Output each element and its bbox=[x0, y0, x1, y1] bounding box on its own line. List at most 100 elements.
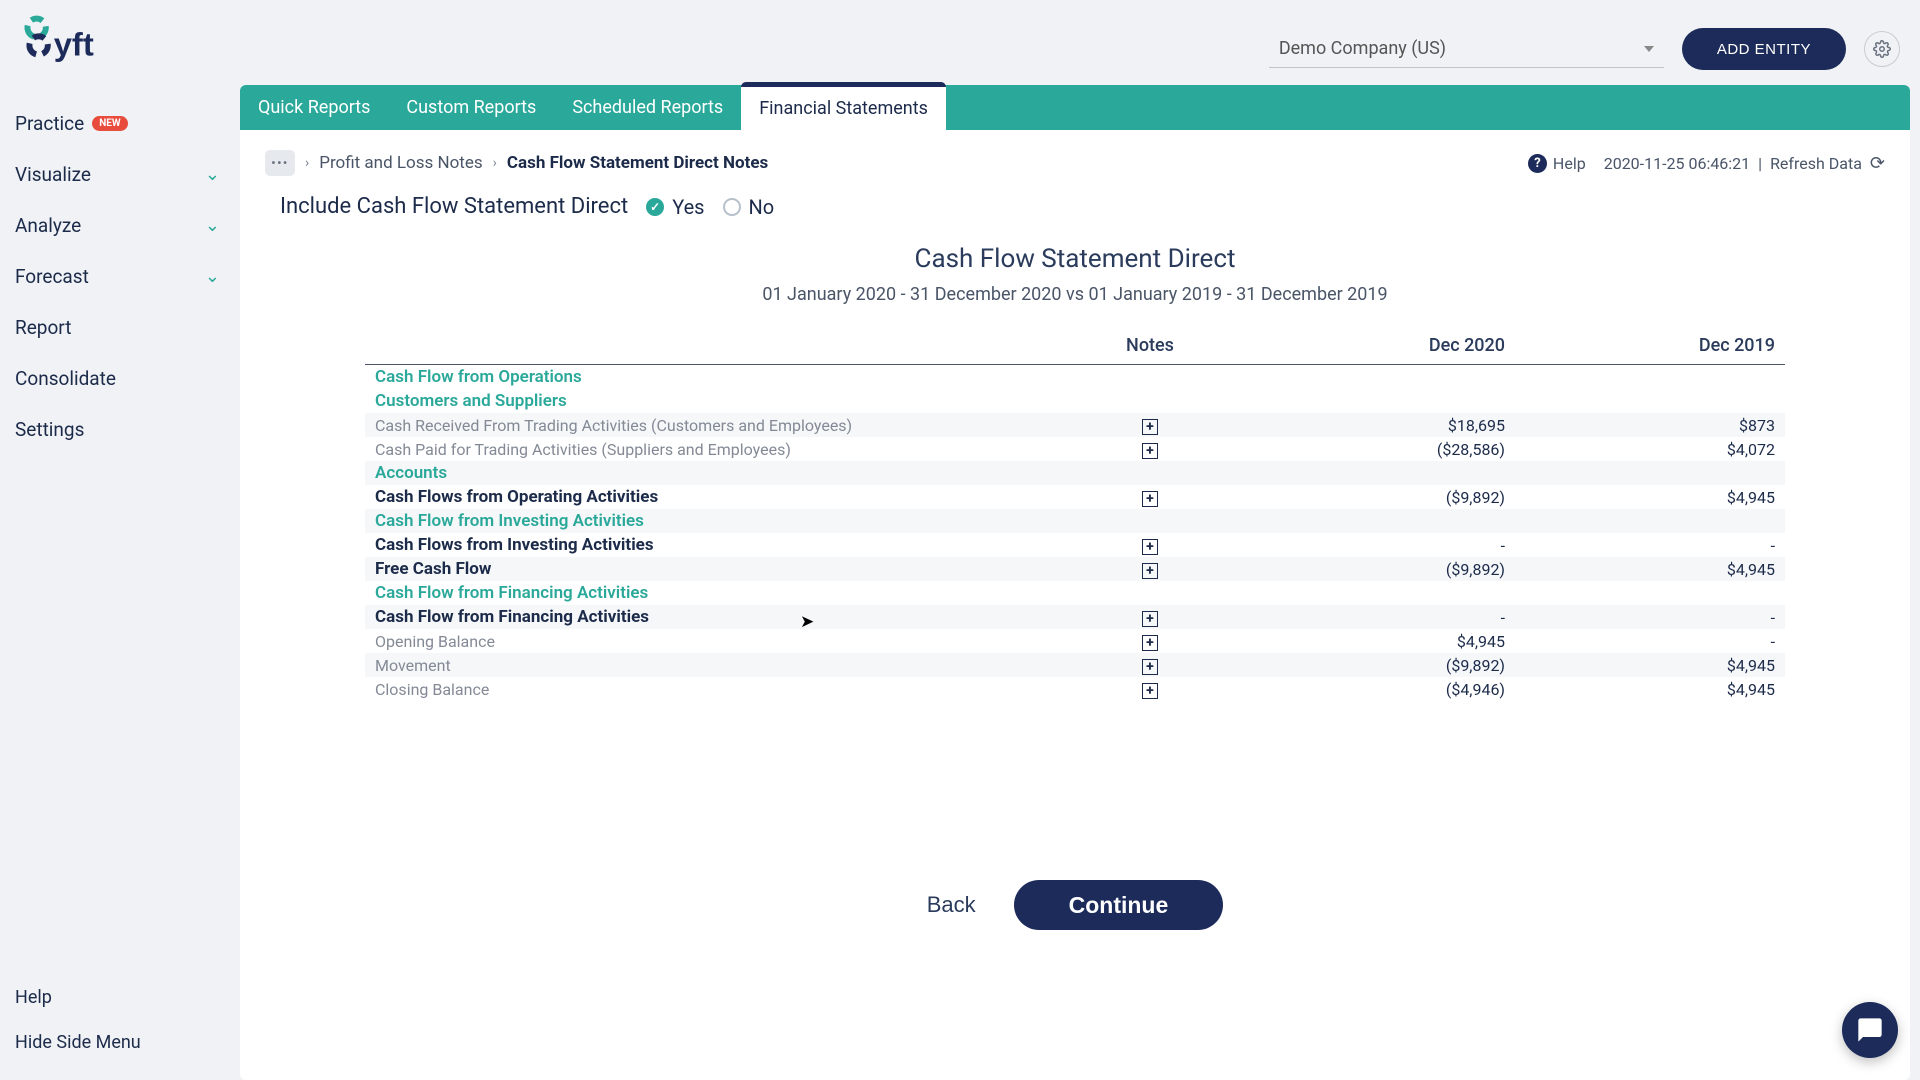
sidebar-item-report[interactable]: Report bbox=[0, 302, 240, 353]
tab-financial-statements[interactable]: Financial Statements bbox=[741, 82, 946, 130]
table-row: Customers and Suppliers bbox=[365, 389, 1785, 413]
row-value-1: $4,945 bbox=[1245, 632, 1515, 651]
row-label: Free Cash Flow bbox=[365, 559, 1055, 579]
include-toggle-row: Include Cash Flow Statement Direct Yes N… bbox=[265, 194, 1885, 219]
header-bar: yft Demo Company (US) ADD ENTITY bbox=[0, 0, 1920, 85]
add-note-button[interactable]: + bbox=[1142, 443, 1158, 459]
sidebar-item-visualize[interactable]: Visualize ⌄ bbox=[0, 149, 240, 200]
help-icon: ? bbox=[1528, 154, 1547, 173]
table-row: Cash Flow from Operations bbox=[365, 365, 1785, 389]
sidebar-help[interactable]: Help bbox=[0, 975, 240, 1020]
help-button[interactable]: ? Help bbox=[1528, 154, 1586, 173]
col-notes: Notes bbox=[1055, 335, 1245, 356]
chevron-down-icon: ⌄ bbox=[205, 266, 220, 287]
sidebar-item-analyze[interactable]: Analyze ⌄ bbox=[0, 200, 240, 251]
sidebar-item-label: Analyze bbox=[15, 214, 81, 237]
breadcrumb-current: Cash Flow Statement Direct Notes bbox=[507, 153, 768, 173]
sidebar-item-consolidate[interactable]: Consolidate bbox=[0, 353, 240, 404]
table-row: Cash Flow from Investing Activities bbox=[365, 509, 1785, 533]
row-label: Cash Flow from Operations bbox=[365, 367, 1055, 387]
sidebar-item-label: Consolidate bbox=[15, 367, 116, 390]
row-value-2: $4,945 bbox=[1515, 656, 1785, 675]
chevron-right-icon: › bbox=[305, 155, 309, 171]
sidebar-item-forecast[interactable]: Forecast⌄ bbox=[0, 251, 240, 302]
row-label: Cash Paid for Trading Activities (Suppli… bbox=[365, 440, 1055, 459]
back-button[interactable]: Back bbox=[927, 892, 976, 918]
row-label: Cash Flow from Investing Activities bbox=[365, 511, 1055, 531]
row-value-1: ($9,892) bbox=[1245, 488, 1515, 507]
table-row: Cash Received From Trading Activities (C… bbox=[365, 413, 1785, 437]
cashflow-table: Notes Dec 2020 Dec 2019 Cash Flow from O… bbox=[365, 327, 1785, 701]
add-note-button[interactable]: + bbox=[1142, 491, 1158, 507]
include-no-radio[interactable]: No bbox=[723, 195, 775, 219]
report-date-range: 01 January 2020 - 31 December 2020 vs 01… bbox=[265, 284, 1885, 305]
company-select[interactable]: Demo Company (US) bbox=[1269, 30, 1664, 68]
add-note-button[interactable]: + bbox=[1142, 659, 1158, 675]
tab-custom-reports[interactable]: Custom Reports bbox=[388, 85, 554, 130]
include-label: Include Cash Flow Statement Direct bbox=[280, 194, 628, 219]
chevron-down-icon bbox=[1644, 46, 1654, 52]
timestamp-text: 2020-11-25 06:46:21 bbox=[1604, 154, 1750, 173]
col-period-2: Dec 2019 bbox=[1515, 335, 1785, 356]
add-note-button[interactable]: + bbox=[1142, 683, 1158, 699]
refresh-icon: ⟳ bbox=[1870, 153, 1885, 174]
radio-unchecked-icon bbox=[723, 198, 741, 216]
sidebar-item-label: Report bbox=[15, 316, 71, 339]
chat-widget-button[interactable] bbox=[1842, 1002, 1898, 1058]
chevron-right-icon: › bbox=[493, 155, 497, 171]
sidebar-item-label: Visualize bbox=[15, 163, 91, 186]
table-row: Movement+($9,892)$4,945 bbox=[365, 653, 1785, 677]
settings-gear-button[interactable] bbox=[1864, 31, 1900, 67]
add-entity-button[interactable]: ADD ENTITY bbox=[1682, 28, 1846, 70]
syft-logo: yft bbox=[13, 13, 118, 78]
chevron-down-icon: ⌄ bbox=[205, 215, 220, 236]
row-value-2: - bbox=[1515, 632, 1785, 651]
row-label: Opening Balance bbox=[365, 632, 1055, 651]
add-note-button[interactable]: + bbox=[1142, 635, 1158, 651]
table-row: Opening Balance + $4,945- bbox=[365, 629, 1785, 653]
breadcrumb-more-button[interactable]: ••• bbox=[265, 150, 295, 176]
row-label: Accounts bbox=[365, 463, 1055, 483]
add-note-button[interactable]: + bbox=[1142, 611, 1158, 627]
row-value-1: ($28,586) bbox=[1245, 440, 1515, 459]
sidebar-item-settings[interactable]: Settings bbox=[0, 404, 240, 455]
refresh-group[interactable]: 2020-11-25 06:46:21 | Refresh Data ⟳ bbox=[1604, 153, 1885, 174]
include-yes-radio[interactable]: Yes bbox=[646, 195, 704, 219]
row-label: Cash Flows from Investing Activities bbox=[365, 535, 1055, 555]
row-label: Cash Flow from Financing Activities bbox=[365, 607, 1055, 627]
refresh-label: Refresh Data bbox=[1770, 154, 1862, 173]
table-row: Cash Flow from Financing Activities+-- bbox=[365, 605, 1785, 629]
sidebar-item-label: Settings bbox=[15, 418, 84, 441]
new-badge: NEW bbox=[92, 116, 127, 131]
report-tabs: Quick ReportsCustom ReportsScheduled Rep… bbox=[240, 85, 1910, 130]
report-title: Cash Flow Statement Direct bbox=[265, 244, 1885, 274]
table-row: Cash Paid for Trading Activities (Suppli… bbox=[365, 437, 1785, 461]
row-value-2: - bbox=[1515, 536, 1785, 555]
tab-quick-reports[interactable]: Quick Reports bbox=[240, 85, 388, 130]
add-note-button[interactable]: + bbox=[1142, 563, 1158, 579]
col-period-1: Dec 2020 bbox=[1245, 335, 1515, 356]
continue-button[interactable]: Continue bbox=[1014, 880, 1224, 930]
sidebar-item-practice[interactable]: Practice NEW bbox=[0, 98, 240, 149]
row-value-1: - bbox=[1245, 536, 1515, 555]
add-note-button[interactable]: + bbox=[1142, 419, 1158, 435]
add-note-button[interactable]: + bbox=[1142, 539, 1158, 555]
table-row: Accounts bbox=[365, 461, 1785, 485]
breadcrumb-prev[interactable]: Profit and Loss Notes bbox=[319, 153, 482, 173]
radio-checked-icon bbox=[646, 198, 664, 216]
table-row: Closing Balance + ($4,946)$4,945 bbox=[365, 677, 1785, 701]
company-select-label: Demo Company (US) bbox=[1279, 38, 1446, 59]
breadcrumb: ••• › Profit and Loss Notes › Cash Flow … bbox=[265, 150, 768, 176]
tab-scheduled-reports[interactable]: Scheduled Reports bbox=[554, 85, 741, 130]
row-label: Customers and Suppliers bbox=[365, 391, 1055, 411]
row-value-1: ($4,946) bbox=[1245, 680, 1515, 699]
table-row: Free Cash Flow+($9,892)$4,945 bbox=[365, 557, 1785, 581]
sidebar: PracticeNEWVisualize⌄Analyze⌄Forecast⌄Re… bbox=[0, 90, 240, 1080]
table-row: Cash Flows from Operating Activities+($9… bbox=[365, 485, 1785, 509]
table-row: Cash Flows from Investing Activities + -- bbox=[365, 533, 1785, 557]
sidebar-item-label: Practice bbox=[15, 112, 84, 135]
row-label: Closing Balance bbox=[365, 680, 1055, 699]
sidebar-hide-menu[interactable]: Hide Side Menu bbox=[0, 1020, 240, 1065]
row-value-2: $4,945 bbox=[1515, 680, 1785, 699]
chevron-down-icon: ⌄ bbox=[205, 164, 220, 185]
